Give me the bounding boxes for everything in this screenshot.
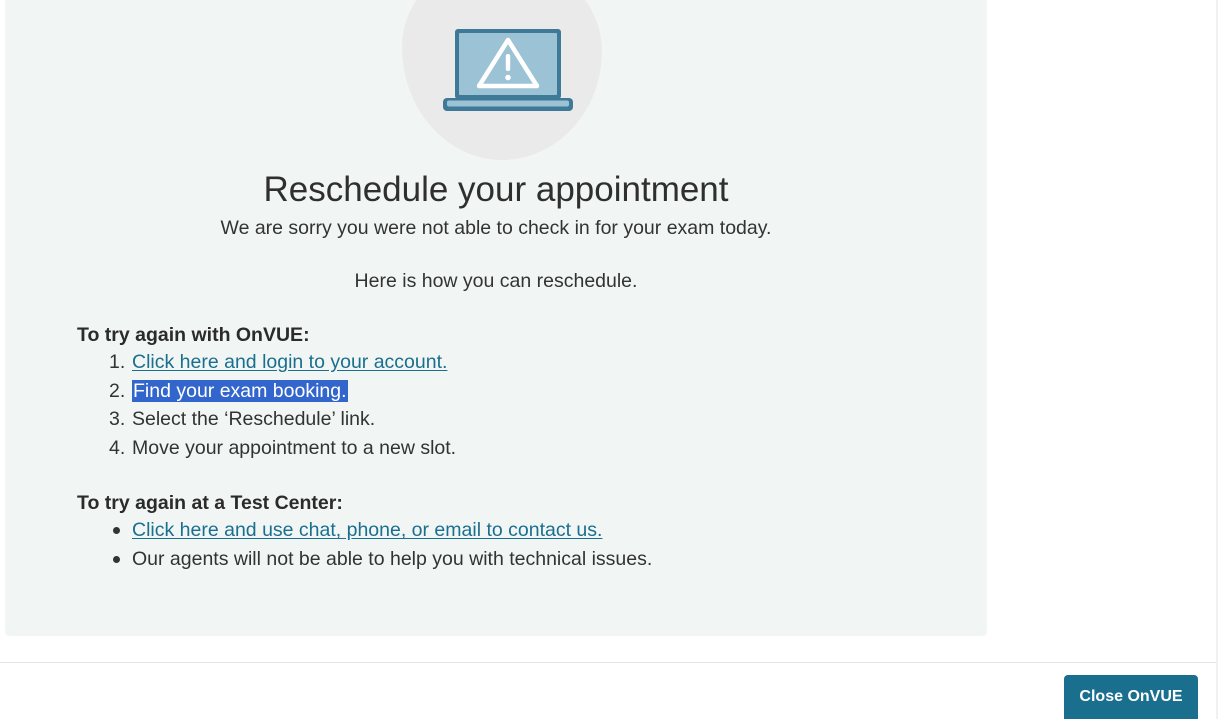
footer-divider: [0, 662, 1216, 663]
bullet-icon: [113, 527, 120, 534]
onvue-section-heading: To try again with OnVUE:: [77, 324, 310, 346]
how-to-text: Here is how you can reschedule.: [354, 270, 638, 292]
subtitle-text: We are sorry you were not able to check …: [220, 217, 772, 239]
step-number: 4.: [109, 437, 126, 460]
page-title: Reschedule your appointment: [263, 170, 729, 209]
list-item: Our agents will not be able to help you …: [113, 545, 653, 574]
step-text: Select the ‘Reschedule’ link.: [132, 408, 376, 431]
list-item: 4. Move your appointment to a new slot.: [109, 434, 457, 463]
step-text: Move your appointment to a new slot.: [132, 437, 457, 460]
selected-step-text: Find your exam booking.: [132, 379, 348, 402]
list-item: Click here and use chat, phone, or email…: [113, 516, 652, 545]
bullet-text: Our agents will not be able to help you …: [132, 547, 653, 570]
step-number: 3.: [109, 408, 126, 431]
contact-us-link[interactable]: Click here and use chat, phone, or email…: [132, 519, 602, 541]
test-center-bullets-list: Click here and use chat, phone, or email…: [113, 516, 653, 574]
step-number: 2.: [109, 379, 126, 402]
list-item: 1. Click here and login to your account.: [109, 348, 456, 377]
login-account-link[interactable]: Click here and login to your account.: [132, 351, 447, 373]
list-item: 3. Select the ‘Reschedule’ link.: [109, 405, 456, 434]
bullet-icon: [113, 555, 120, 563]
test-center-section-heading: To try again at a Test Center:: [77, 492, 343, 514]
step-number: 1.: [109, 351, 126, 373]
page: Reschedule your appointment We are sorry…: [0, 0, 1220, 719]
window-edge: [1216, 0, 1218, 719]
reschedule-card: Reschedule your appointment We are sorry…: [5, 0, 987, 636]
list-item: 2. Find your exam booking.: [109, 377, 456, 406]
laptop-warning-icon: [443, 29, 573, 111]
onvue-steps-list: 1. Click here and login to your account.…: [109, 348, 457, 463]
close-onvue-button[interactable]: Close OnVUE: [1064, 675, 1198, 719]
